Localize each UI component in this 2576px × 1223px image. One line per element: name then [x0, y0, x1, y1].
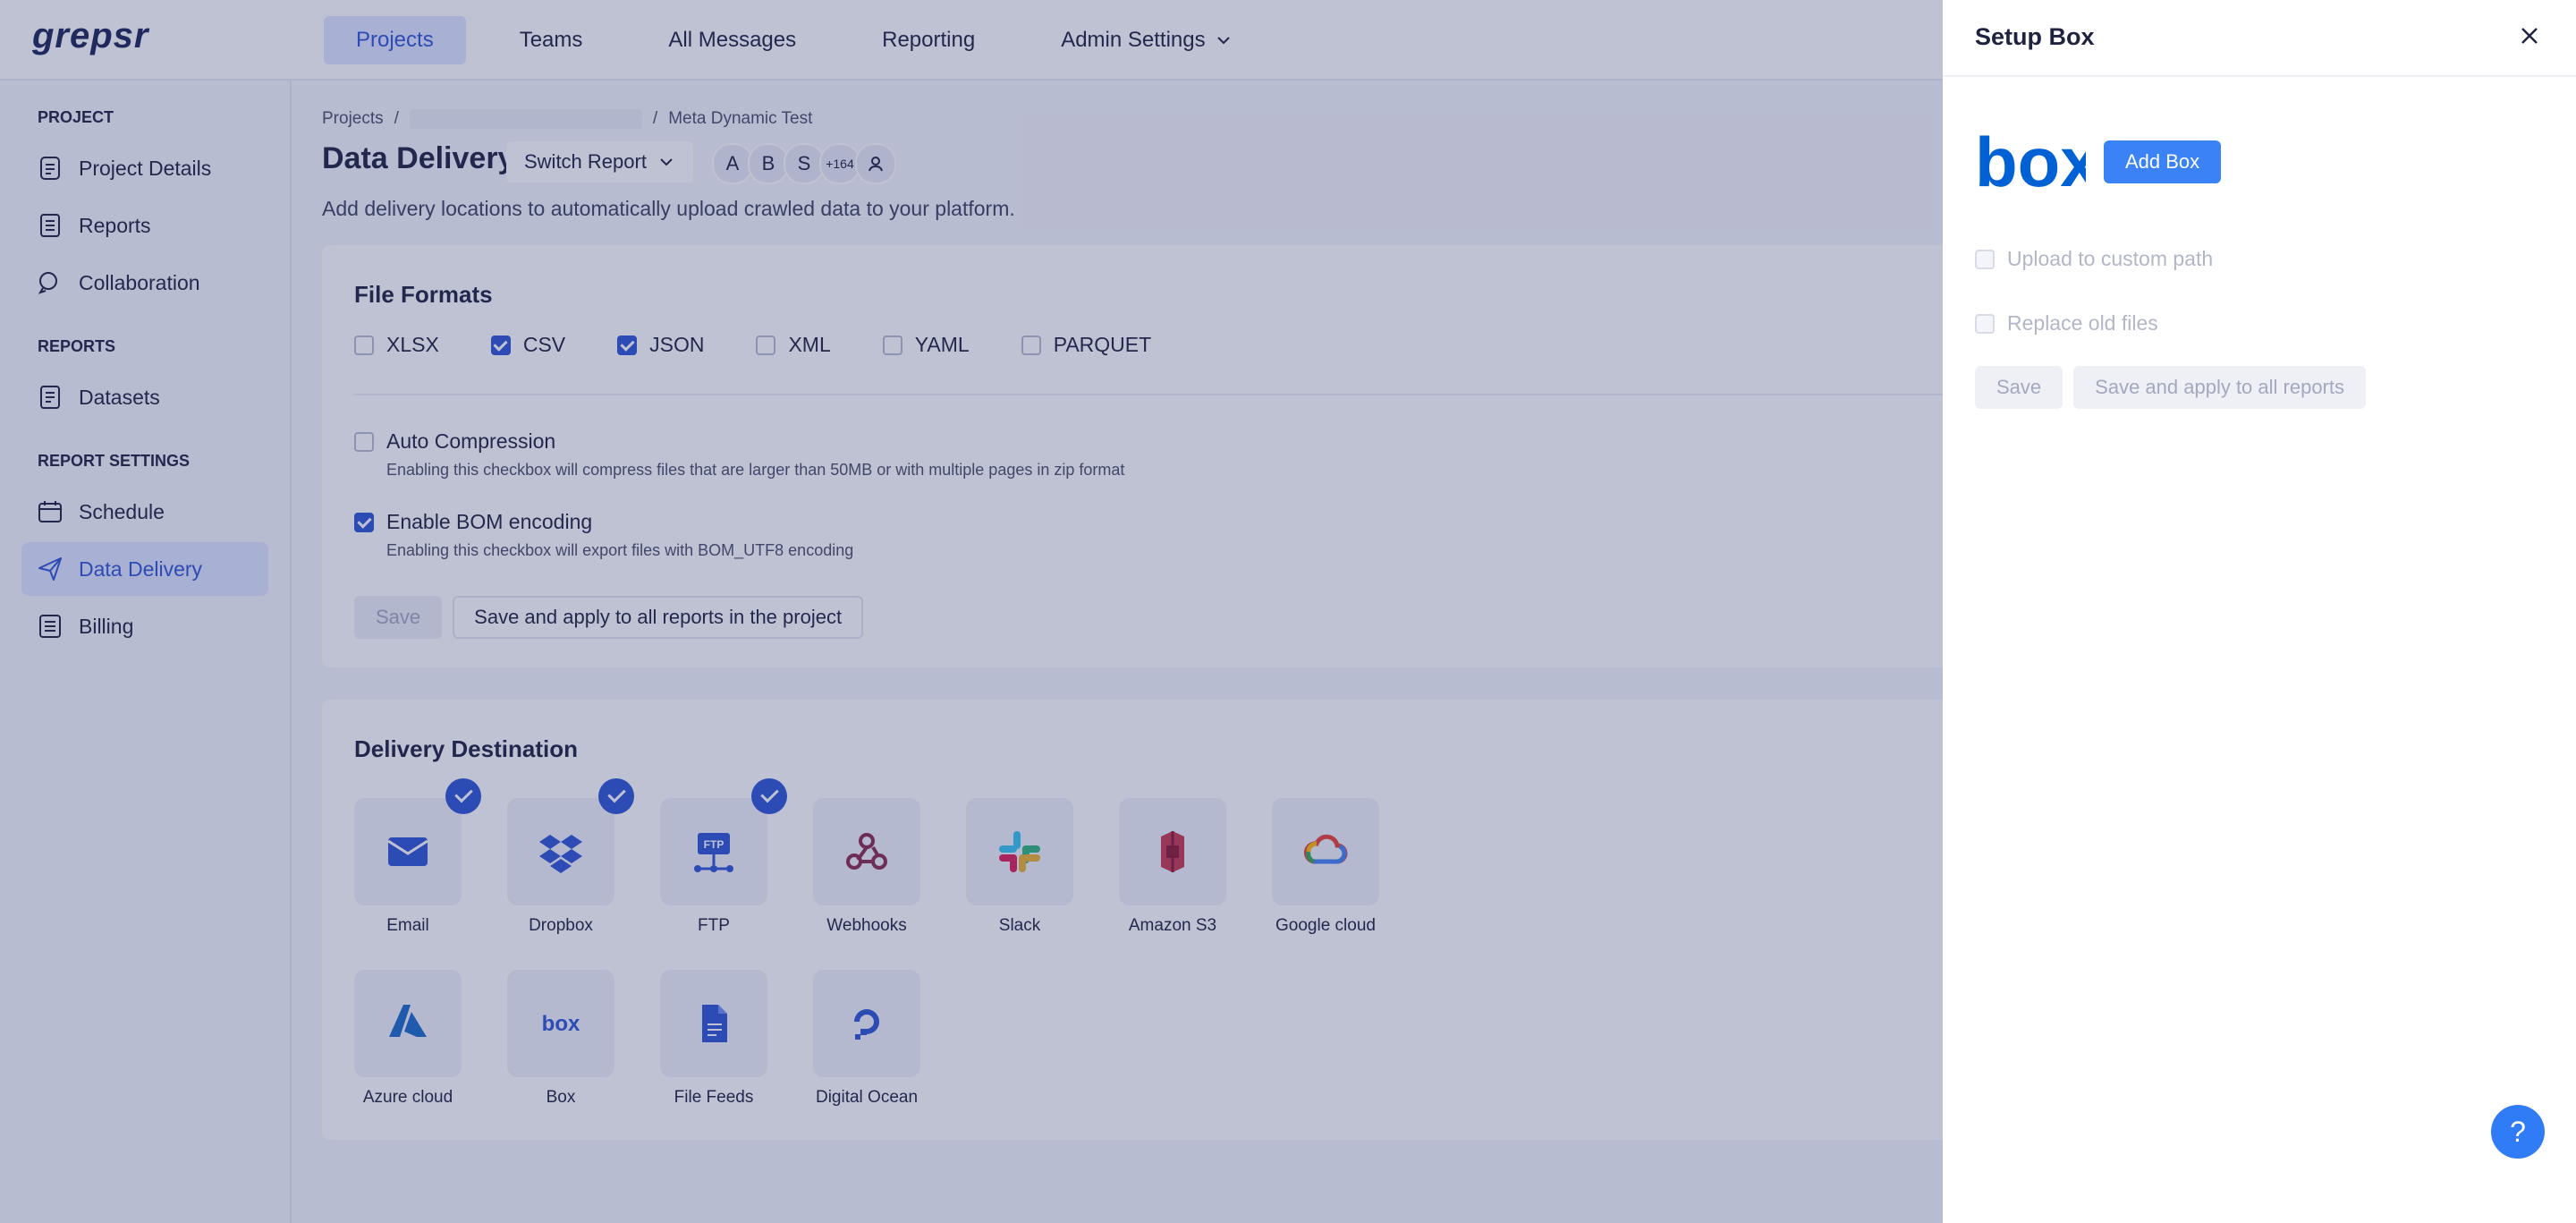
- drawer-save-button[interactable]: Save: [1975, 366, 2063, 409]
- box-logo: box: [1975, 129, 2086, 193]
- drawer-title: Setup Box: [1975, 23, 2095, 50]
- upload-custom-path-label: Upload to custom path: [2007, 247, 2214, 270]
- replace-old-files-label: Replace old files: [2007, 311, 2158, 335]
- replace-old-files-option[interactable]: Replace old files: [1975, 311, 2158, 335]
- drawer-actions: Save Save and apply to all reports: [1975, 366, 2366, 409]
- upload-custom-path-option[interactable]: Upload to custom path: [1975, 247, 2213, 271]
- close-icon[interactable]: [2515, 21, 2544, 50]
- box-logo-text: box: [1975, 129, 2086, 193]
- help-button[interactable]: ?: [2491, 1105, 2545, 1159]
- modal-backdrop[interactable]: [0, 0, 1943, 1223]
- add-box-button[interactable]: Add Box: [2104, 140, 2222, 183]
- upload-custom-path-checkbox[interactable]: [1975, 249, 1995, 269]
- setup-box-drawer: Setup Box box Add Box Upload to custom p…: [1943, 0, 2576, 1223]
- replace-old-files-checkbox[interactable]: [1975, 313, 1995, 334]
- drawer-save-apply-all-button[interactable]: Save and apply to all reports: [2073, 366, 2366, 409]
- drawer-header: Setup Box: [1943, 0, 2576, 77]
